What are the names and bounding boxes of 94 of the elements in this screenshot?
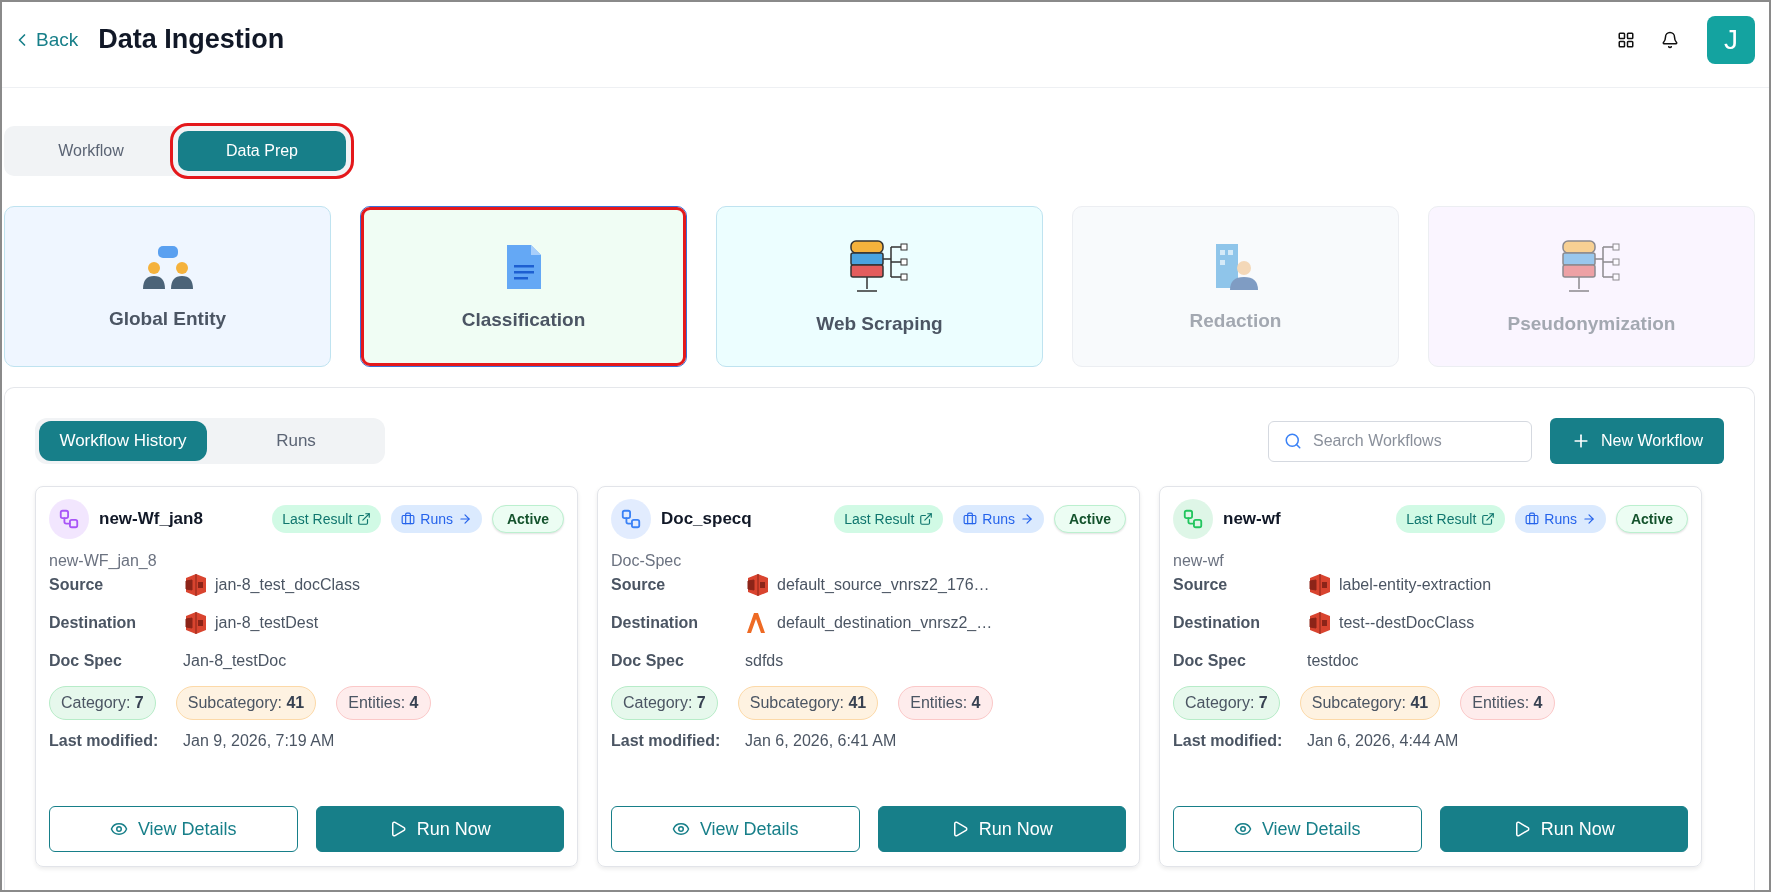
count-tag: Entities: 4 bbox=[1460, 686, 1555, 720]
field-label: Source bbox=[49, 576, 105, 594]
count-tag: Subcategory: 41 bbox=[175, 686, 317, 720]
workflow-name: new-Wf_jan8 bbox=[99, 509, 203, 529]
bucket-icon bbox=[1307, 610, 1333, 636]
field-label: Last modified: bbox=[49, 732, 160, 750]
module-card[interactable]: Web Scraping bbox=[716, 206, 1043, 367]
run-now-button[interactable]: Run Now bbox=[877, 806, 1126, 852]
field-value: jan-8_testDest bbox=[215, 614, 319, 632]
tab[interactable]: Workflow History bbox=[39, 421, 207, 461]
tab[interactable]: Workflow bbox=[4, 126, 178, 176]
external-link-icon bbox=[919, 512, 934, 526]
workflow-description: new-wf bbox=[1173, 552, 1225, 570]
field-value: jan-8_test_docClass bbox=[215, 576, 360, 594]
count-tag: Entities: 4 bbox=[898, 686, 993, 720]
module-card[interactable]: Classification bbox=[360, 206, 687, 367]
runs-link[interactable]: Runs bbox=[391, 505, 482, 533]
field-value: testdoc bbox=[1307, 652, 1359, 670]
field-label: Destination bbox=[611, 614, 700, 632]
field-value: sdfds bbox=[745, 652, 784, 670]
chevron-logo-icon bbox=[745, 611, 767, 635]
view-details-button[interactable]: View Details bbox=[611, 806, 860, 852]
bucket-icon bbox=[183, 610, 209, 636]
new-workflow-button[interactable]: New Workflow bbox=[1550, 418, 1724, 464]
briefcase-icon bbox=[401, 512, 416, 526]
linked-squares-icon bbox=[620, 508, 642, 530]
module-label: Classification bbox=[461, 308, 586, 331]
module-card[interactable]: Global Entity bbox=[4, 206, 331, 367]
building-person-icon bbox=[1213, 241, 1258, 292]
document-icon bbox=[504, 242, 543, 291]
database-network-icon bbox=[1560, 238, 1623, 295]
view-details-button[interactable]: View Details bbox=[1173, 806, 1422, 852]
status-tag: Active bbox=[1053, 505, 1126, 533]
field-label: Last modified: bbox=[1173, 732, 1284, 750]
runs-link[interactable]: Runs bbox=[953, 505, 1044, 533]
server-network-icon bbox=[848, 238, 911, 295]
module-label: Pseudonymization bbox=[1507, 312, 1676, 335]
field-label: Doc Spec bbox=[49, 652, 123, 670]
last-result-link[interactable]: Last Result bbox=[1396, 505, 1506, 533]
field-value: label-entity-extraction bbox=[1339, 576, 1492, 594]
linked-squares-icon bbox=[1182, 508, 1204, 530]
workflow-description: new-WF_jan_8 bbox=[49, 552, 158, 570]
field-label: Source bbox=[611, 576, 667, 594]
field-value: default_source_vnrsz2_176… bbox=[777, 576, 990, 594]
count-tag: Subcategory: 41 bbox=[737, 686, 879, 720]
people-icon bbox=[141, 243, 194, 290]
workflow-description: Doc-Spec bbox=[611, 552, 683, 570]
field-label: Destination bbox=[49, 614, 138, 632]
bucket-icon bbox=[1307, 572, 1333, 598]
eye-icon bbox=[109, 820, 128, 838]
run-now-button[interactable]: Run Now bbox=[1439, 806, 1688, 852]
module-label: Web Scraping bbox=[816, 312, 943, 335]
field-label: Doc Spec bbox=[1173, 652, 1247, 670]
run-now-button[interactable]: Run Now bbox=[315, 806, 564, 852]
briefcase-icon bbox=[1525, 512, 1540, 526]
linked-squares-icon bbox=[58, 508, 80, 530]
last-result-link[interactable]: Last Result bbox=[834, 505, 944, 533]
workflow-name: new-wf bbox=[1223, 509, 1281, 529]
workflow-name: Doc_specq bbox=[661, 509, 752, 529]
field-label: Source bbox=[1173, 576, 1229, 594]
briefcase-icon bbox=[963, 512, 978, 526]
count-tag: Category: 7 bbox=[611, 686, 718, 720]
field-value: default_destination_vnrsz2_… bbox=[777, 614, 993, 632]
user-avatar[interactable]: J bbox=[1707, 15, 1755, 64]
eye-icon bbox=[671, 820, 690, 838]
field-label: Last modified: bbox=[611, 732, 722, 750]
count-tag: Subcategory: 41 bbox=[1299, 686, 1441, 720]
search-icon bbox=[1284, 431, 1302, 450]
eye-icon bbox=[1233, 820, 1252, 838]
field-value: Jan-8_testDoc bbox=[183, 652, 287, 670]
view-details-button[interactable]: View Details bbox=[49, 806, 298, 852]
modified-date: Jan 6, 2026, 4:44 AM bbox=[1307, 732, 1459, 750]
count-tag: Entities: 4 bbox=[336, 686, 431, 720]
modified-date: Jan 6, 2026, 6:41 AM bbox=[745, 732, 897, 750]
runs-link[interactable]: Runs bbox=[1515, 505, 1606, 533]
bucket-icon bbox=[183, 572, 209, 598]
modified-date: Jan 9, 2026, 7:19 AM bbox=[183, 732, 335, 750]
external-link-icon bbox=[357, 512, 372, 526]
module-label: Global Entity bbox=[108, 307, 227, 330]
status-tag: Active bbox=[1615, 505, 1688, 533]
tab[interactable]: Runs bbox=[211, 421, 381, 461]
module-label: Redaction bbox=[1189, 309, 1282, 332]
field-value: test--destDocClass bbox=[1339, 614, 1475, 632]
last-result-link[interactable]: Last Result bbox=[272, 505, 382, 533]
field-label: Destination bbox=[1173, 614, 1262, 632]
count-tag: Category: 7 bbox=[49, 686, 156, 720]
field-label: Doc Spec bbox=[611, 652, 685, 670]
count-tag: Category: 7 bbox=[1173, 686, 1280, 720]
status-tag: Active bbox=[491, 505, 564, 533]
search-field[interactable]: Search Workflows bbox=[1268, 420, 1532, 462]
back-link[interactable]: Back bbox=[12, 28, 79, 51]
page-title: Data Ingestion bbox=[98, 24, 285, 55]
external-link-icon bbox=[1481, 512, 1496, 526]
bucket-icon bbox=[745, 572, 771, 598]
